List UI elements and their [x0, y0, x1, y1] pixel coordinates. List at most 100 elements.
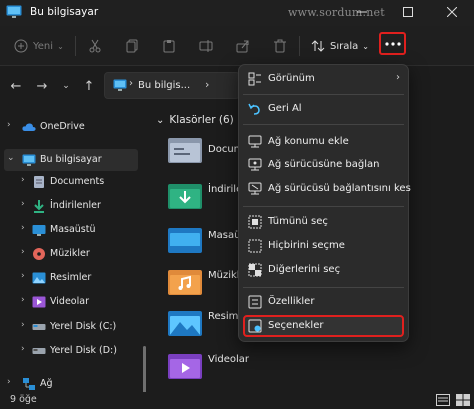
chevron-right-icon[interactable]: › [21, 175, 25, 185]
close-button[interactable] [436, 0, 468, 24]
chevron-down-icon[interactable]: ⌄ [156, 115, 164, 126]
menu-separator [243, 94, 404, 95]
sidebar-item-label: OneDrive [40, 121, 85, 132]
menu-item-select-none[interactable]: Hiçbirini seçme [243, 235, 404, 257]
rename-icon [199, 40, 213, 52]
chevron-right-icon[interactable]: › [21, 223, 25, 233]
see-more-button[interactable] [379, 32, 406, 55]
back-button[interactable]: ← [7, 77, 25, 95]
map-network-drive-icon [248, 158, 262, 171]
sidebar-item-drive-c[interactable]: › Yerel Disk (C:) [4, 316, 138, 338]
menu-item-map-network-drive[interactable]: Ağ sürücüsüne bağlan [243, 154, 404, 176]
breadcrumb[interactable]: Bu bilgis... [138, 80, 190, 91]
chevron-right-icon[interactable]: › [21, 320, 25, 330]
menu-item-label: Görünüm [268, 73, 315, 84]
more-icon [384, 41, 401, 46]
menu-item-select-all[interactable]: Tümünü seç [243, 211, 404, 233]
navigation-pane: › OneDrive ⌄ Bu bilgisayar › Documents ›… [0, 106, 150, 409]
chevron-right-icon[interactable]: › [21, 344, 25, 354]
chevron-right-icon[interactable]: › [21, 271, 25, 281]
menu-item-label: Tümünü seç [268, 216, 328, 227]
chevron-right-icon[interactable]: › [205, 78, 209, 91]
select-all-icon [248, 215, 262, 229]
select-none-icon [248, 239, 262, 253]
chevron-right-icon[interactable]: › [21, 295, 25, 305]
menu-item-label: Geri Al [268, 103, 302, 114]
network-icon [23, 378, 35, 390]
minimize-button[interactable] [346, 0, 378, 24]
recent-button[interactable]: ⌄ [57, 77, 75, 95]
sidebar-item-downloads[interactable]: › İndirilenler [4, 195, 138, 217]
menu-item-label: Hiçbirini seçme [268, 240, 345, 251]
music-folder-icon [168, 270, 202, 295]
cut-icon [89, 39, 101, 53]
large-icons-view-icon[interactable] [456, 394, 470, 406]
chevron-right-icon[interactable]: › [21, 199, 25, 209]
sidebar-item-this-pc[interactable]: ⌄ Bu bilgisayar [4, 149, 138, 171]
rename-button[interactable] [199, 36, 213, 56]
forward-button[interactable]: → [33, 77, 51, 95]
menu-item-properties[interactable]: Özellikler [243, 291, 404, 313]
chevron-right-icon[interactable]: › [7, 120, 11, 130]
sidebar-item-videos[interactable]: › Videolar [4, 291, 138, 313]
documents-icon [34, 176, 44, 188]
delete-button[interactable] [273, 36, 287, 56]
menu-item-label: Seçenekler [268, 320, 324, 331]
menu-item-view[interactable]: Görünüm › [243, 68, 404, 90]
music-icon [33, 248, 45, 260]
arrow-right-icon: → [36, 78, 48, 94]
menu-item-options[interactable]: Seçenekler [243, 315, 404, 337]
sidebar-item-music[interactable]: › Müzikler [4, 243, 138, 265]
menu-item-disconnect-network-drive[interactable]: Ağ sürücüsü bağlantısını kes [243, 178, 411, 200]
copy-icon [126, 39, 138, 53]
copy-button[interactable] [125, 36, 139, 56]
chevron-right-icon[interactable]: › [21, 247, 25, 257]
cut-button[interactable] [88, 36, 102, 56]
up-button[interactable]: ↑ [80, 77, 98, 95]
window-title: Bu bilgisayar [30, 6, 99, 18]
sidebar-item-onedrive[interactable]: › OneDrive [4, 116, 138, 138]
menu-item-label: Ağ sürücüsü bağlantısını kes [268, 183, 411, 194]
sidebar-item-documents[interactable]: › Documents [4, 171, 138, 193]
trash-icon [274, 39, 286, 53]
cloud-icon [22, 123, 36, 131]
chevron-down-icon[interactable]: ⌄ [7, 153, 15, 163]
status-bar: 9 öğe [0, 392, 474, 409]
see-more-menu: Görünüm › Geri Al Ağ konumu ekle Ağ sürü… [238, 64, 411, 342]
address-bar[interactable]: › Bu bilgis... › [104, 72, 240, 99]
menu-separator [243, 206, 404, 207]
videos-icon [32, 296, 46, 308]
sort-label: Sırala [330, 40, 359, 52]
new-button[interactable]: Yeni ⌄ [14, 36, 64, 56]
arrow-left-icon: ← [10, 78, 22, 94]
computer-icon [113, 79, 127, 91]
computer-icon [6, 5, 22, 18]
maximize-button[interactable] [392, 0, 424, 24]
documents-folder-icon [168, 138, 202, 163]
desktop-icon [32, 225, 46, 236]
menu-item-invert-selection[interactable]: Diğerlerini seç [243, 259, 404, 281]
undo-icon [248, 103, 260, 115]
toolbar-divider [75, 36, 76, 56]
options-icon [248, 319, 262, 333]
sidebar-item-drive-d[interactable]: › Yerel Disk (D:) [4, 340, 138, 362]
group-header-label: Klasörler (6) [169, 114, 234, 126]
sort-button[interactable]: Sırala ⌄ [311, 36, 369, 56]
sidebar-item-label: Masaüstü [50, 224, 96, 235]
group-header[interactable]: ⌄ Klasörler (6) [156, 114, 234, 126]
sidebar-item-label: Ağ [40, 378, 53, 389]
menu-item-add-network-location[interactable]: Ağ konumu ekle [243, 131, 404, 153]
menu-separator [243, 287, 404, 288]
sidebar-item-label: İndirilenler [50, 200, 101, 211]
chevron-right-icon[interactable]: › [7, 377, 11, 387]
paste-button[interactable] [162, 36, 176, 56]
sidebar-item-desktop[interactable]: › Masaüstü [4, 219, 138, 241]
details-view-icon[interactable] [436, 394, 450, 406]
menu-item-undo[interactable]: Geri Al [243, 98, 404, 120]
computer-icon [22, 154, 36, 166]
command-bar: Yeni ⌄ Sırala ⌄ [0, 26, 474, 66]
close-icon [447, 7, 457, 17]
share-button[interactable] [236, 36, 250, 56]
sidebar-item-pictures[interactable]: › Resimler [4, 267, 138, 289]
new-label: Yeni [33, 40, 54, 52]
